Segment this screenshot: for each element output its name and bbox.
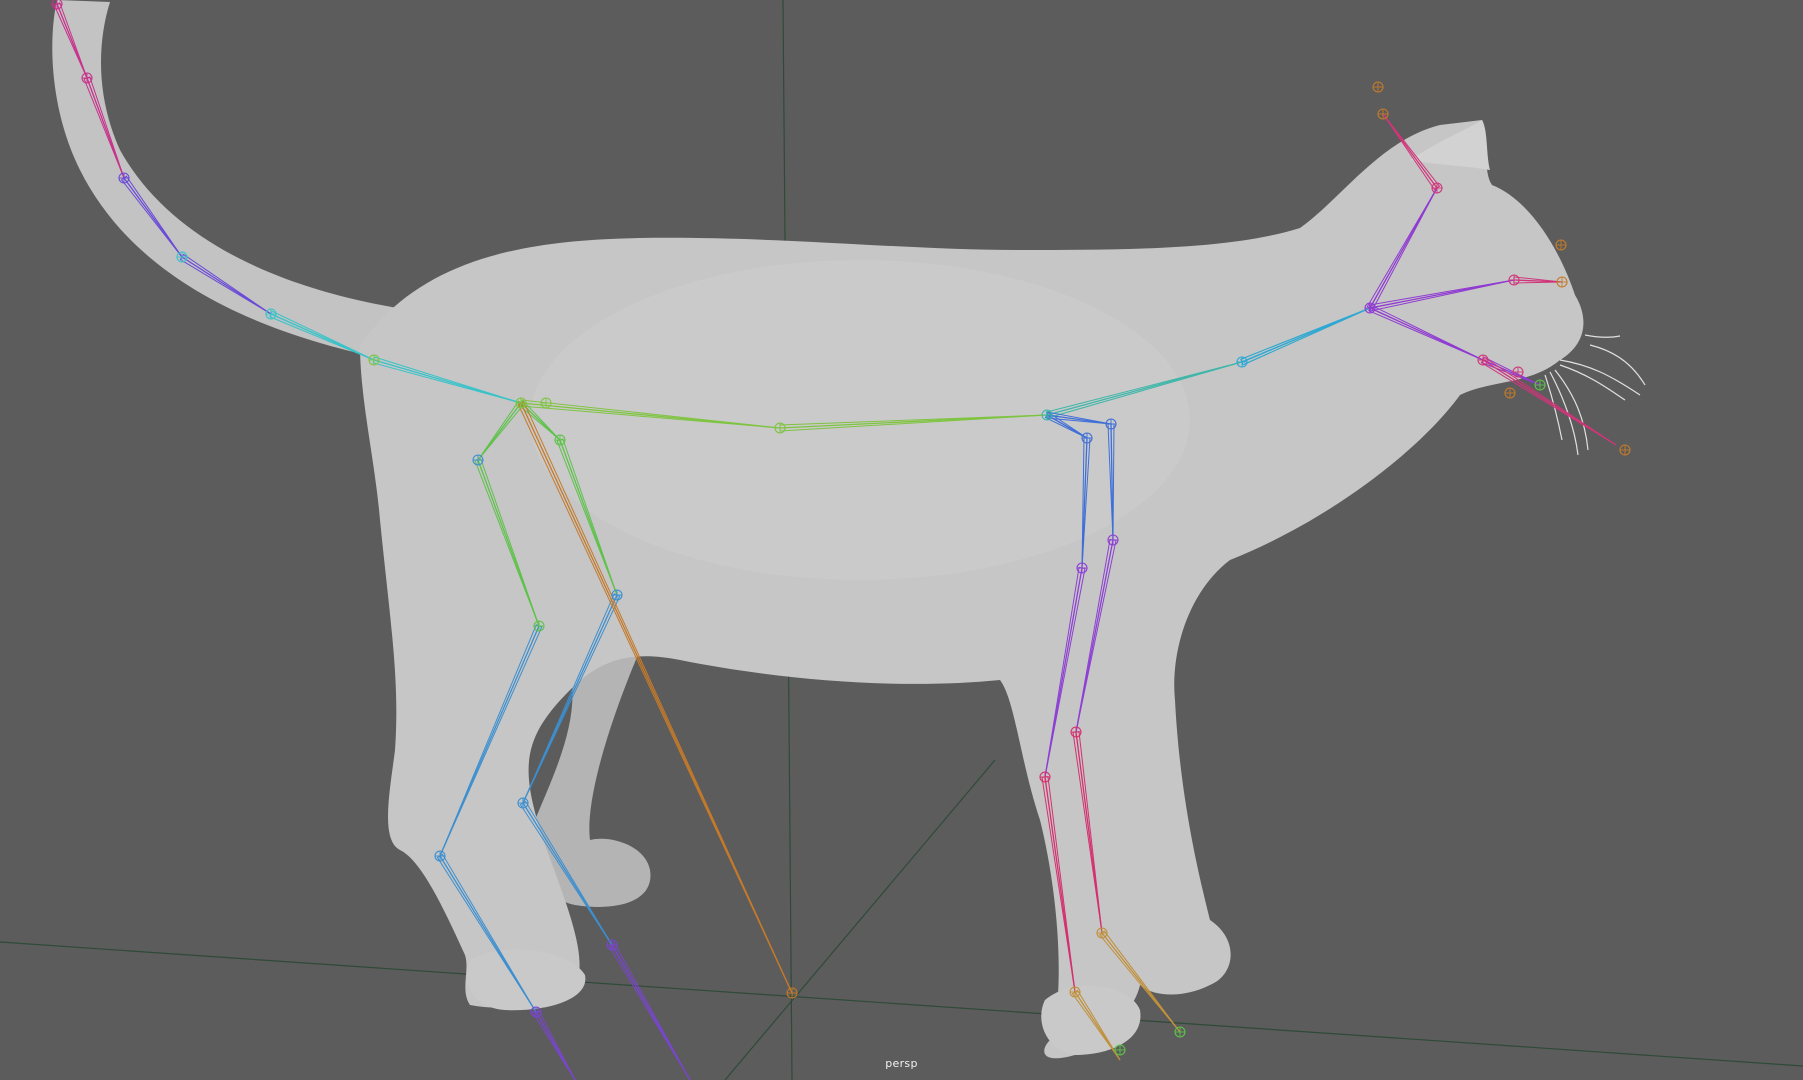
joint[interactable]	[517, 797, 529, 809]
joint[interactable]	[1096, 927, 1108, 939]
joint[interactable]	[81, 72, 93, 84]
joint[interactable]	[540, 397, 552, 409]
cat-mesh[interactable]	[52, 0, 1646, 1059]
cat-front-paw	[1041, 985, 1141, 1055]
grid-axis-z	[0, 941, 1803, 1067]
joint[interactable]	[1041, 409, 1053, 421]
joint[interactable]	[611, 589, 623, 601]
joint[interactable]	[1107, 534, 1119, 546]
joint[interactable]	[774, 422, 786, 434]
joint[interactable]	[472, 454, 484, 466]
joint[interactable]	[1534, 379, 1546, 391]
joint[interactable]	[515, 397, 527, 409]
joint[interactable]	[1504, 387, 1516, 399]
joint[interactable]	[1619, 444, 1631, 456]
joint[interactable]	[1477, 354, 1489, 366]
joint[interactable]	[786, 987, 798, 999]
cat-body	[360, 120, 1584, 1059]
joint[interactable]	[1236, 356, 1248, 368]
joint[interactable]	[530, 1006, 542, 1018]
joint[interactable]	[1512, 366, 1524, 378]
joint[interactable]	[1377, 108, 1389, 120]
joint[interactable]	[1069, 986, 1081, 998]
joint[interactable]	[606, 939, 618, 951]
joint[interactable]	[1556, 276, 1568, 288]
joint[interactable]	[1555, 239, 1567, 251]
scene-canvas[interactable]	[0, 0, 1803, 1080]
joint[interactable]	[1364, 302, 1376, 314]
joint[interactable]	[554, 434, 566, 446]
joint[interactable]	[1114, 1044, 1126, 1056]
grid-line-diagonal	[724, 759, 996, 1080]
joint[interactable]	[1039, 771, 1051, 783]
joint[interactable]	[434, 850, 446, 862]
bone-axis	[1482, 359, 1617, 446]
maya-perspective-viewport[interactable]: persp	[0, 0, 1803, 1080]
joint[interactable]	[1105, 418, 1117, 430]
joint[interactable]	[1431, 182, 1443, 194]
joint[interactable]	[1076, 562, 1088, 574]
camera-name-label: persp	[885, 1057, 918, 1070]
joint[interactable]	[176, 251, 188, 263]
joint[interactable]	[1508, 274, 1520, 286]
joint[interactable]	[1070, 726, 1082, 738]
joint[interactable]	[1081, 432, 1093, 444]
joint[interactable]	[118, 172, 130, 184]
joint[interactable]	[533, 620, 545, 632]
joint[interactable]	[368, 354, 380, 366]
joint[interactable]	[1174, 1026, 1186, 1038]
joint[interactable]	[1372, 81, 1384, 93]
cat-tail	[52, 0, 410, 360]
joint[interactable]	[265, 308, 277, 320]
